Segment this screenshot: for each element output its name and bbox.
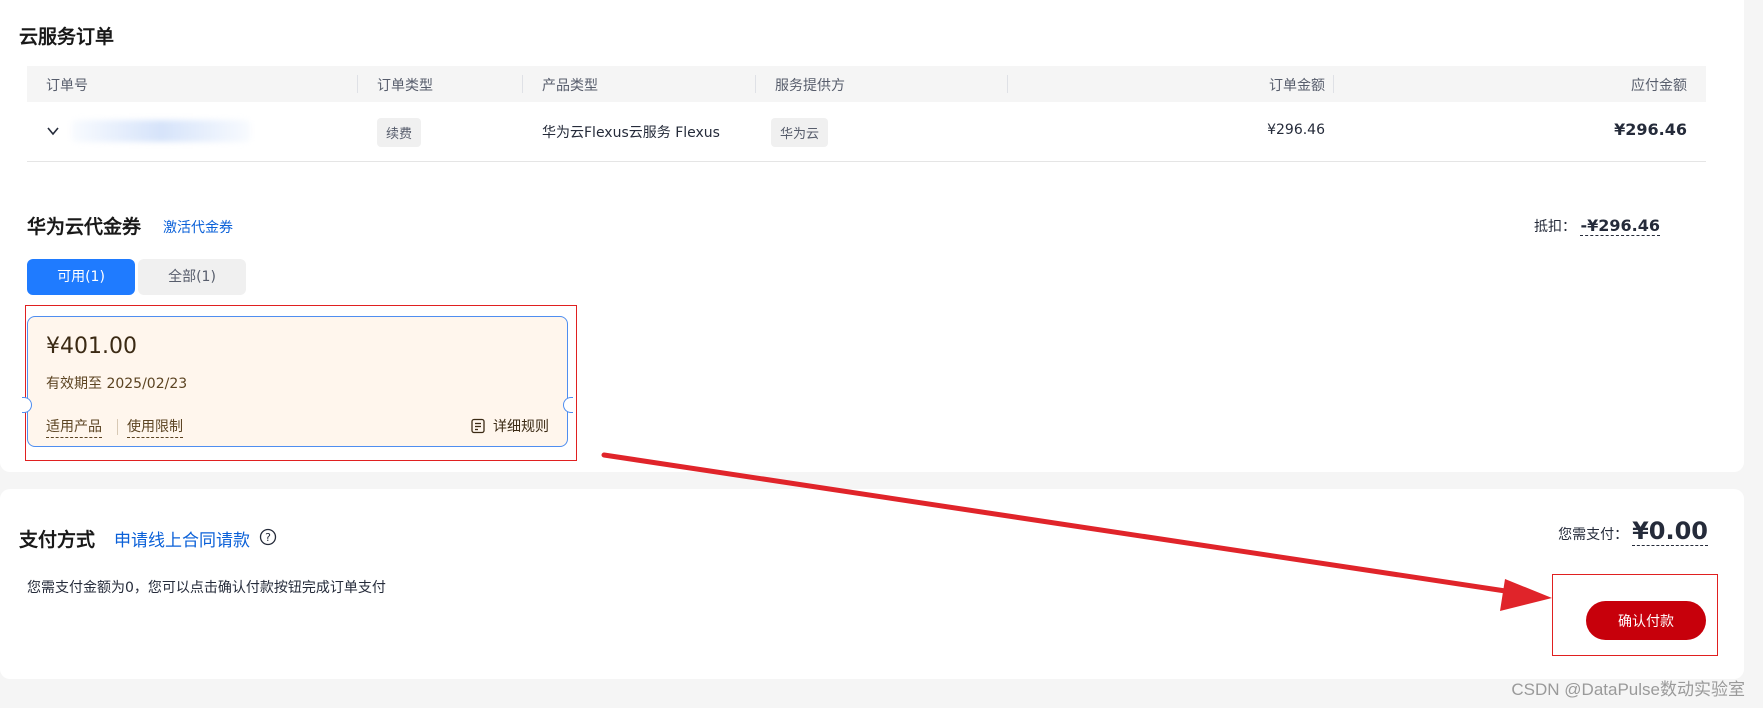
col-divider bbox=[755, 75, 756, 93]
activate-voucher-link[interactable]: 激活代金券 bbox=[163, 217, 233, 237]
payable-amount-cell: ¥296.46 bbox=[1614, 120, 1687, 139]
usage-limits-link[interactable]: 使用限制 bbox=[127, 416, 183, 438]
order-section-title: 云服务订单 bbox=[19, 26, 115, 48]
col-divider bbox=[357, 75, 358, 93]
col-order-amount: 订单金额 bbox=[1269, 78, 1325, 94]
detailed-rules-link[interactable]: 详细规则 bbox=[470, 416, 549, 436]
watermark: CSDN @DataPulse数动实验室 bbox=[1511, 680, 1745, 699]
tab-all[interactable]: 全部(1) bbox=[138, 259, 246, 295]
col-product-type: 产品类型 bbox=[542, 78, 598, 94]
col-order-number: 订单号 bbox=[46, 78, 88, 94]
order-card: 云服务订单 订单号 订单类型 产品类型 服务提供方 订单金额 应付金额 续费 华… bbox=[0, 0, 1744, 472]
payment-due-value: ¥0.00 bbox=[1632, 517, 1708, 546]
chevron-down-icon[interactable] bbox=[46, 124, 60, 138]
col-divider bbox=[522, 75, 523, 93]
product-type-cell: 华为云Flexus云服务 Flexus bbox=[542, 125, 720, 141]
payment-due-label: 您需支付： bbox=[1558, 527, 1629, 543]
col-divider bbox=[1333, 75, 1334, 93]
voucher-amount: ¥401.00 bbox=[46, 334, 137, 359]
confirm-payment-button[interactable]: 确认付款 bbox=[1586, 601, 1706, 640]
tab-available[interactable]: 可用(1) bbox=[27, 259, 135, 295]
contract-request-link[interactable]: 申请线上合同请款 bbox=[114, 526, 250, 551]
voucher-card[interactable]: ¥401.00 有效期至 2025/02/23 适用产品 使用限制 详细规则 bbox=[22, 316, 573, 447]
document-rules-icon bbox=[471, 418, 485, 434]
col-divider bbox=[1007, 75, 1008, 93]
help-circle-icon[interactable]: ? bbox=[259, 528, 277, 546]
voucher-link-divider bbox=[117, 419, 118, 435]
provider-tag: 华为云 bbox=[771, 118, 829, 147]
col-order-type: 订单类型 bbox=[377, 78, 433, 94]
deduct-value: -¥296.46 bbox=[1580, 216, 1660, 236]
payment-message: 您需支付金额为0，您可以点击确认付款按钮完成订单支付 bbox=[27, 580, 386, 596]
order-table-header: 订单号 订单类型 产品类型 服务提供方 订单金额 应付金额 bbox=[27, 66, 1706, 102]
table-row: 续费 华为云Flexus云服务 Flexus 华为云 ¥296.46 ¥296.… bbox=[27, 102, 1706, 162]
applicable-products-link[interactable]: 适用产品 bbox=[46, 416, 102, 438]
col-provider: 服务提供方 bbox=[775, 78, 845, 94]
deduct-label: 抵扣： bbox=[1534, 219, 1577, 235]
payment-due: 您需支付： ¥0.00 bbox=[1558, 517, 1708, 546]
order-type-tag: 续费 bbox=[377, 118, 422, 147]
voucher-notch bbox=[22, 397, 32, 413]
order-amount-cell: ¥296.46 bbox=[1267, 122, 1325, 138]
voucher-section-title: 华为云代金券 bbox=[27, 216, 142, 238]
col-payable-amount: 应付金额 bbox=[1631, 78, 1687, 94]
deduct-summary: 抵扣： -¥296.46 bbox=[1534, 216, 1660, 236]
payment-section-title: 支付方式 bbox=[19, 529, 96, 551]
voucher-notch bbox=[563, 397, 573, 413]
order-number-redacted bbox=[71, 120, 251, 142]
voucher-validity: 有效期至 2025/02/23 bbox=[46, 376, 188, 392]
svg-text:?: ? bbox=[265, 531, 271, 544]
detailed-rules-label: 详细规则 bbox=[493, 419, 549, 435]
